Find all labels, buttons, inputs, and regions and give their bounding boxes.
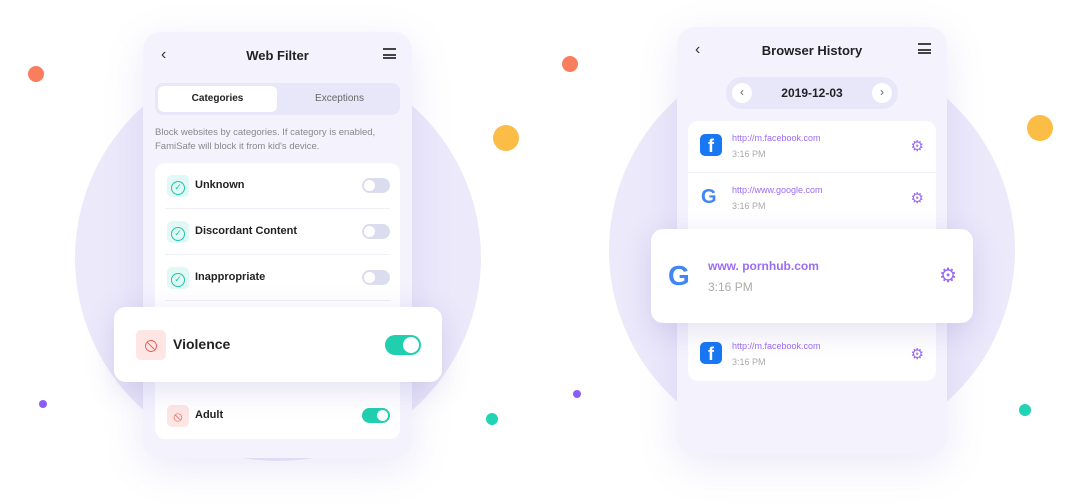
gear-icon[interactable]: ⚙: [911, 137, 924, 155]
entry-time: 3:16 PM: [732, 201, 766, 211]
entry-time: 3:16 PM: [708, 280, 753, 294]
history-entry[interactable]: f http://m.facebook.com 3:16 PM ⚙: [688, 329, 936, 381]
next-date-button[interactable]: ›: [872, 83, 892, 103]
category-row-unknown: ✓ Unknown: [165, 163, 390, 209]
entry-time: 3:16 PM: [732, 149, 766, 159]
toggle-discordant[interactable]: [362, 224, 390, 239]
category-label: Unknown: [195, 179, 245, 191]
tab-bar: Categories Exceptions: [155, 83, 400, 115]
description: Block websites by categories. If categor…: [155, 127, 376, 152]
deco-dot: [493, 125, 519, 151]
facebook-icon: f: [700, 342, 722, 364]
category-label: Discordant Content: [195, 225, 298, 237]
category-row-violence: ⦸ Violence: [114, 307, 442, 382]
category-label: Violence: [173, 336, 231, 352]
google-icon: G: [701, 186, 717, 208]
deco-dot: [1019, 404, 1031, 416]
ban-icon: ⦸: [167, 405, 189, 427]
tab-exceptions[interactable]: Exceptions: [280, 86, 399, 112]
entry-url[interactable]: http://m.facebook.com: [732, 341, 821, 351]
deco-dot: [573, 390, 581, 398]
entry-url[interactable]: www. pornhub.com: [708, 259, 819, 273]
entry-time: 3:16 PM: [732, 357, 766, 367]
toggle-inappropriate[interactable]: [362, 270, 390, 285]
category-list: ✓ Unknown ✓ Discordant Content ✓ Inappro…: [155, 163, 400, 439]
gear-icon[interactable]: ⚙: [911, 345, 924, 363]
entry-url[interactable]: http://m.facebook.com: [732, 133, 821, 143]
menu-icon[interactable]: [383, 48, 396, 59]
deco-dot: [28, 66, 44, 82]
category-row-discordant: ✓ Discordant Content: [165, 209, 390, 255]
deco-dot: [39, 400, 47, 408]
date-picker: ‹ 2019-12-03 ›: [726, 77, 898, 109]
page-title: Browser History: [761, 43, 863, 58]
menu-icon[interactable]: [918, 43, 931, 54]
check-circle-icon: ✓: [167, 175, 189, 197]
deco-dot: [562, 56, 578, 72]
page-title: Web Filter: [246, 48, 309, 63]
google-icon: G: [668, 260, 690, 291]
web-filter-screen: ‹ Web Filter Categories Exceptions Block…: [143, 32, 412, 458]
ban-icon: ⦸: [136, 330, 166, 360]
deco-dot: [486, 413, 498, 425]
gear-icon[interactable]: ⚙: [911, 189, 924, 207]
toggle-adult[interactable]: [362, 408, 390, 423]
toggle-violence[interactable]: [385, 335, 421, 355]
tab-categories[interactable]: Categories: [158, 86, 277, 112]
entry-url[interactable]: http://www.google.com: [732, 185, 823, 195]
history-entry[interactable]: f http://m.facebook.com 3:16 PM ⚙: [688, 121, 936, 173]
category-label: Adult: [195, 409, 224, 421]
category-label: Inappropriate: [195, 271, 266, 283]
history-entry[interactable]: G http://www.google.com 3:16 PM ⚙: [688, 173, 936, 225]
category-row-adult: ⦸ Adult: [165, 393, 390, 439]
deco-dot: [1027, 115, 1053, 141]
check-circle-icon: ✓: [167, 221, 189, 243]
check-circle-icon: ✓: [167, 267, 189, 289]
history-entry-highlight[interactable]: G www. pornhub.com 3:16 PM ⚙: [651, 229, 973, 323]
gear-icon[interactable]: ⚙: [939, 263, 957, 288]
category-row-inappropriate: ✓ Inappropriate: [165, 255, 390, 301]
facebook-icon: f: [700, 134, 722, 156]
toggle-unknown[interactable]: [362, 178, 390, 193]
